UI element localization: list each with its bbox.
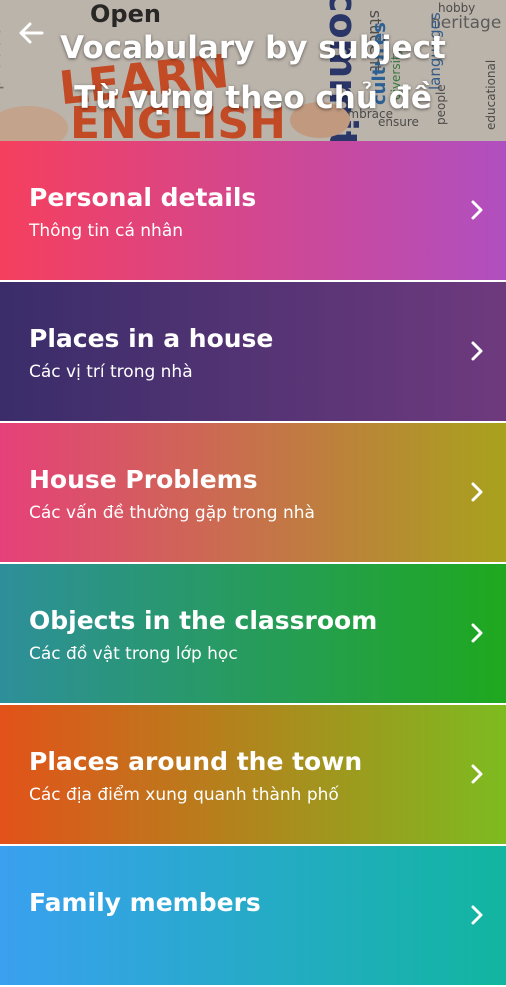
header-banner: product Open LEARN ENGLISH commit studen…: [0, 0, 506, 141]
topic-title: Places around the town: [29, 747, 363, 776]
topic-item-house-problems[interactable]: House Problems Các vấn đề thường gặp tro…: [0, 423, 506, 562]
topic-list: Personal details Thông tin cá nhân Place…: [0, 141, 506, 987]
chevron-right-icon: [471, 764, 483, 784]
topic-subtitle: Các đồ vật trong lớp học: [29, 644, 238, 664]
chevron-right-icon: [471, 341, 483, 361]
page-subtitle: Từ vựng theo chủ đề: [74, 80, 432, 116]
page-title: Vocabulary by subject: [60, 30, 446, 66]
chevron-right-icon: [471, 905, 483, 925]
topic-subtitle: Thông tin cá nhân: [29, 221, 184, 241]
topic-item-places-around-the-town[interactable]: Places around the town Các địa điểm xung…: [0, 705, 506, 844]
topic-item-objects-in-the-classroom[interactable]: Objects in the classroom Các đồ vật tron…: [0, 564, 506, 703]
topic-item-places-in-a-house[interactable]: Places in a house Các vị trí trong nhà: [0, 282, 506, 421]
chevron-right-icon: [471, 482, 483, 502]
topic-subtitle: Các địa điểm xung quanh thành phố: [29, 785, 339, 805]
topic-item-personal-details[interactable]: Personal details Thông tin cá nhân: [0, 141, 506, 280]
topic-title: Places in a house: [29, 324, 274, 353]
chevron-right-icon: [471, 200, 483, 220]
topic-subtitle: Các vị trí trong nhà: [29, 362, 193, 382]
topic-title: Personal details: [29, 183, 257, 212]
topic-title: Objects in the classroom: [29, 606, 378, 635]
chevron-right-icon: [471, 623, 483, 643]
topic-title: Family members: [29, 888, 261, 917]
topic-item-family-members[interactable]: Family members: [0, 846, 506, 985]
topic-subtitle: Các vấn đề thường gặp trong nhà: [29, 503, 315, 523]
topic-title: House Problems: [29, 465, 258, 494]
